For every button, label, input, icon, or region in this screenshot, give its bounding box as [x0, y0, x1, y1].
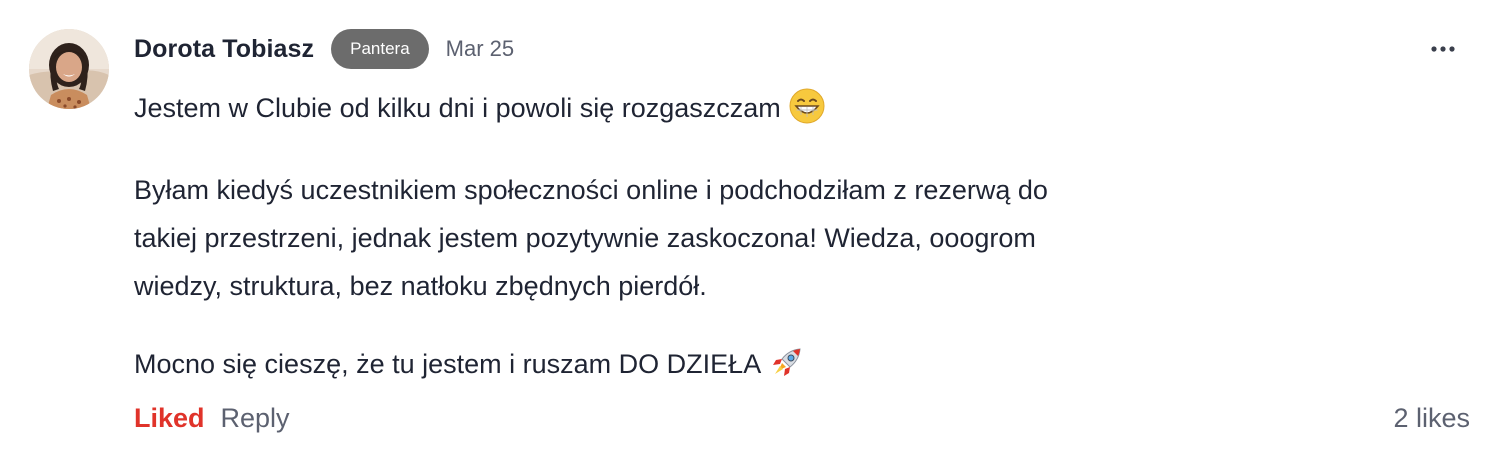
- more-options-button[interactable]: [1428, 34, 1458, 64]
- member-badge: Pantera: [331, 29, 429, 69]
- comment-card: Dorota Tobiasz Pantera Mar 25 Jestem w C…: [0, 0, 1498, 476]
- avatar-photo-icon: [29, 29, 109, 109]
- rocket-icon: [773, 348, 801, 376]
- more-horizontal-icon: [1431, 46, 1455, 52]
- author-name[interactable]: Dorota Tobiasz: [134, 35, 314, 64]
- paragraph-3: Mocno się cieszę, że tu jestem i ruszam …: [134, 340, 805, 388]
- paragraph-1-text: Jestem w Clubie od kilku dni i powoli si…: [134, 93, 781, 123]
- likes-count[interactable]: 2 likes: [1393, 398, 1470, 438]
- paragraph-1: Jestem w Clubie od kilku dni i powoli si…: [134, 84, 825, 132]
- paragraph-2-line-1: Byłam kiedyś uczestnikiem społeczności o…: [134, 175, 1048, 205]
- paragraph-2-line-2: takiej przestrzeni, jednak jestem pozyty…: [134, 223, 1036, 253]
- comment-date[interactable]: Mar 25: [446, 36, 514, 62]
- reply-button[interactable]: Reply: [221, 403, 290, 434]
- paragraph-3-text: Mocno się cieszę, że tu jestem i ruszam …: [134, 349, 762, 379]
- paragraph-2-line-3: wiedzy, struktura, bez natłoku zbędnych …: [134, 271, 707, 301]
- avatar[interactable]: [29, 29, 109, 109]
- grinning-face-icon: [789, 88, 825, 124]
- comment-header: Dorota Tobiasz Pantera Mar 25: [134, 28, 514, 70]
- comment-actions: Liked Reply: [134, 398, 290, 438]
- liked-button[interactable]: Liked: [134, 403, 205, 434]
